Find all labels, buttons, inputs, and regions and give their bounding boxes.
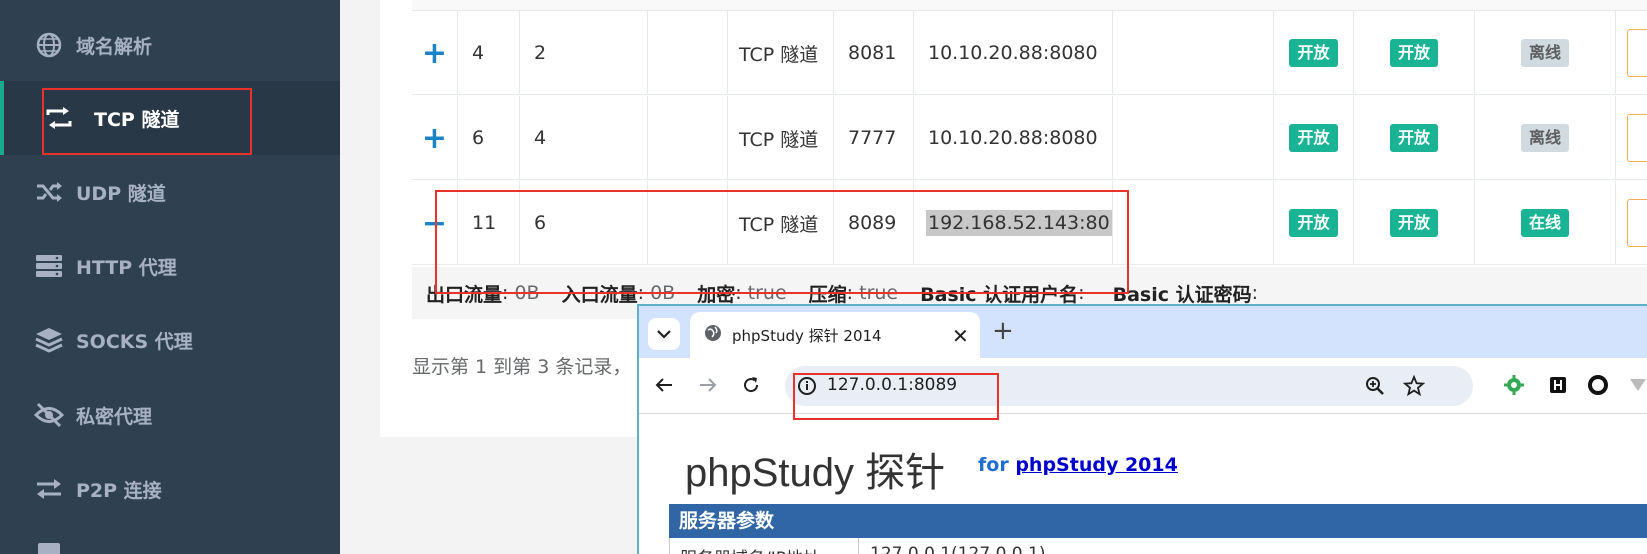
cell-port: 7777 [834,96,914,180]
tab-title: phpStudy 探针 2014 [732,326,882,345]
layers-icon [34,325,64,355]
status-badge: 开放 [1389,209,1438,237]
row-value: 127.0.0.1(127.0.0.1) [870,544,1046,554]
star-icon[interactable] [1402,374,1426,401]
status-badge: 开放 [1389,124,1438,152]
extension-h-icon[interactable] [1545,372,1571,398]
cell-status: 开放 [1354,96,1475,180]
extension-triangle-icon[interactable] [1625,372,1647,398]
cell-status: 开放 [1274,181,1354,265]
tab-strip: phpStudy 探针 2014 ✕ + [639,306,1647,358]
browser-window: phpStudy 探针 2014 ✕ + 127.0.0.1:8089 phpS… [637,304,1647,554]
globe-icon [704,324,722,346]
sidebar-item-udp[interactable]: UDP 隧道 [0,155,340,229]
cell-target: 10.10.20.88:8080 [914,96,1113,180]
annotation-box-row [435,190,1129,294]
cell-remark [648,11,728,95]
page-content: phpStudy 探针 for phpStudy 2014 服务器参数 服务器域… [639,414,1647,554]
sidebar: 域名解析 TCP 隧道 UDP 隧道 HTTP 代理 SOCKS 代理 私密代理 [0,0,340,554]
server-icon [34,251,64,281]
sidebar-item-socks[interactable]: SOCKS 代理 [0,303,340,377]
basic-pass-label: Basic 认证密码 [1112,283,1252,306]
status-badge: 开放 [1289,39,1338,67]
annotation-box-url [793,373,999,420]
cell-target: 10.10.20.88:8080 [914,11,1113,95]
sidebar-item-label: 域名解析 [76,35,153,58]
sidebar-item-partial-icon [38,543,60,554]
reload-icon[interactable] [738,372,764,398]
cell-id: 4 [458,11,520,95]
cell-mode: TCP 隧道 [728,11,834,95]
browser-toolbar: 127.0.0.1:8089 [639,358,1647,414]
online-badge: 在线 [1520,209,1569,237]
page-title: phpStudy 探针 [685,451,946,495]
zoom-icon[interactable] [1365,376,1385,400]
sidebar-item-p2p[interactable]: P2P 连接 [0,452,340,526]
cell-status: 开放 [1354,11,1475,95]
status-badge: 开放 [1389,39,1438,67]
action-button[interactable] [1627,199,1647,247]
cell-status: 开放 [1354,181,1475,265]
sidebar-item-label: 私密代理 [76,405,153,428]
browser-tab[interactable]: phpStudy 探针 2014 ✕ [690,312,980,358]
for-prefix: for [978,454,1009,476]
sidebar-item-http[interactable]: HTTP 代理 [0,229,340,303]
sidebar-item-label: P2P 连接 [76,479,162,502]
row-key: 服务器域名/IP地址 [680,544,820,554]
info-row: 服务器域名/IP地址 127.0.0.1(127.0.0.1) [669,538,1647,554]
expand-toggle[interactable]: + [412,96,458,180]
extension-gear-icon[interactable] [1501,372,1527,398]
phpstudy-link[interactable]: phpStudy 2014 [1015,454,1178,476]
cell-remark [648,96,728,180]
cell-status: 开放 [1274,96,1354,180]
online-badge: 离线 [1520,39,1569,67]
status-badge: 开放 [1289,209,1338,237]
back-icon[interactable] [651,372,677,398]
cell-extra [1113,181,1274,265]
section-header: 服务器参数 [669,504,1647,538]
annotation-box-tcp [42,88,252,155]
row-divider [858,538,859,554]
cell-extra [1113,96,1274,180]
cell-online: 离线 [1475,11,1616,95]
cell-id: 6 [458,96,520,180]
chevron-down-icon [657,330,671,339]
globe-icon [34,30,64,60]
eye-slash-icon [34,400,64,430]
status-badge: 开放 [1289,124,1338,152]
cell-client-id: 2 [520,11,648,95]
table-row: + 4 2 TCP 隧道 8081 10.10.20.88:8080 开放 开放… [412,11,1647,95]
table-header-edge [412,0,1647,11]
page-subtitle: for phpStudy 2014 [978,454,1178,476]
table-row: + 6 4 TCP 隧道 7777 10.10.20.88:8080 开放 开放… [412,96,1647,180]
cell-status: 开放 [1274,11,1354,95]
sidebar-item-label: UDP 隧道 [76,182,166,205]
cell-online: 离线 [1475,96,1616,180]
forward-icon[interactable] [695,372,721,398]
records-info: 显示第 1 到第 3 条记录， [412,356,632,378]
cell-client-id: 4 [520,96,648,180]
action-button[interactable] [1627,114,1647,162]
random-icon [34,177,64,207]
extension-circle-icon[interactable] [1585,372,1611,398]
close-icon[interactable]: ✕ [952,324,969,348]
cell-port: 8081 [834,11,914,95]
sidebar-item-label: SOCKS 代理 [76,330,193,353]
tab-search-button[interactable] [648,318,680,350]
sidebar-item-secret[interactable]: 私密代理 [0,378,340,452]
cell-mode: TCP 隧道 [728,96,834,180]
cell-online: 在线 [1475,181,1616,265]
exchange-arrows-icon [34,474,64,504]
sidebar-item-dns[interactable]: 域名解析 [0,8,340,82]
online-badge: 离线 [1520,124,1569,152]
expand-toggle[interactable]: + [412,11,458,95]
action-button[interactable] [1627,29,1647,77]
sidebar-item-label: HTTP 代理 [76,256,177,279]
cell-extra [1113,11,1274,95]
new-tab-button[interactable]: + [992,316,1014,346]
